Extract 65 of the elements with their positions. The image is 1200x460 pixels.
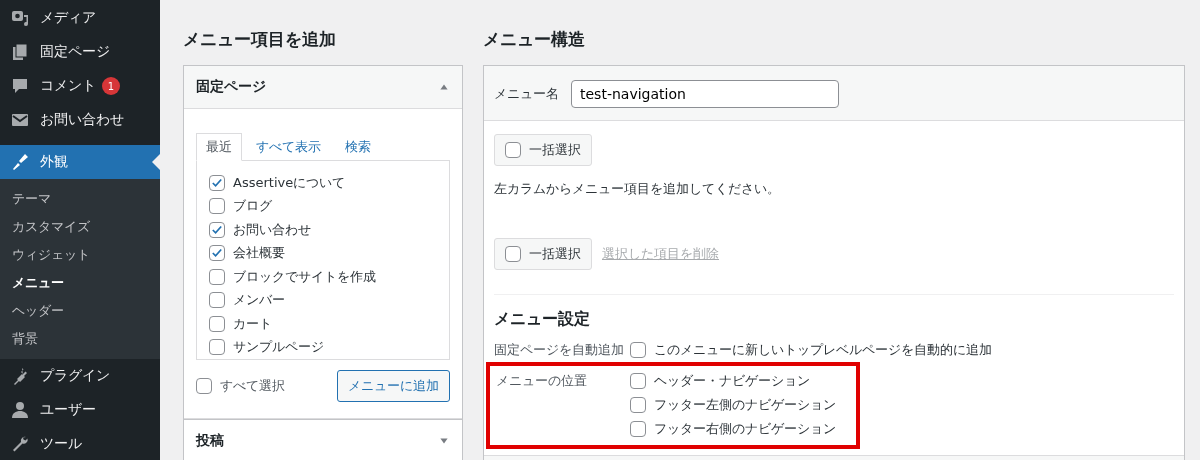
checkbox[interactable]	[209, 315, 225, 332]
checkbox[interactable]	[630, 421, 646, 437]
count-badge: 1	[102, 77, 120, 95]
sidebar-item[interactable]: ユーザー	[0, 393, 160, 427]
tab[interactable]: 検索	[335, 133, 381, 161]
add-to-menu-button[interactable]: メニューに追加	[337, 370, 450, 402]
checkbox[interactable]	[630, 373, 646, 389]
section-heading: メニュー構造	[483, 28, 586, 51]
checkbox-label: フッター左側のナビゲーション	[654, 396, 836, 414]
checkbox[interactable]	[196, 378, 212, 394]
menu-name-field[interactable]: test-navigation	[571, 80, 839, 108]
user-icon	[10, 400, 30, 420]
submenu-item[interactable]: ヘッダー	[0, 297, 160, 325]
checkbox[interactable]	[630, 342, 646, 358]
checkbox-label: メンバー	[233, 291, 285, 310]
checkbox[interactable]	[209, 198, 225, 215]
bulk-select-button[interactable]: 一括選択	[494, 238, 592, 270]
checkbox-label: このメニューに新しいトップレベルページを自動的に追加	[654, 341, 992, 359]
checkbox[interactable]	[505, 142, 521, 158]
checkbox[interactable]	[505, 246, 521, 262]
checkbox-label: ヘッダー・ナビゲーション	[654, 372, 810, 390]
brush-icon	[10, 152, 30, 172]
checkbox[interactable]	[209, 268, 225, 285]
checkbox[interactable]	[209, 292, 225, 309]
tab[interactable]: すべて表示	[246, 133, 331, 161]
section-heading: メニュー項目を追加	[183, 28, 337, 51]
instruction-text: 左カラムからメニュー項目を追加してください。	[494, 180, 781, 198]
checkbox[interactable]	[209, 221, 225, 238]
submenu-item[interactable]: 背景	[0, 325, 160, 353]
pages-icon	[10, 42, 30, 62]
checkbox-label: Assertiveについて	[233, 173, 346, 192]
checkbox-label: お問い合わせ	[233, 220, 311, 239]
checkbox-label: ブログ	[233, 197, 272, 216]
submenu-item[interactable]: テーマ	[0, 185, 160, 213]
checkbox-label: サンプルページ	[233, 338, 324, 357]
checkbox-label: カート	[233, 314, 272, 333]
checkbox-label: すべて選択	[220, 377, 285, 395]
checkbox-label: フッター右側のナビゲーション	[654, 420, 836, 438]
setting-label: 固定ページを自動追加	[494, 341, 624, 359]
checkbox-label: 会社概要	[233, 244, 285, 263]
settings-heading: メニュー設定	[494, 309, 591, 330]
checkbox[interactable]	[209, 174, 225, 191]
tab[interactable]: 最近	[196, 133, 242, 161]
field-label: メニュー名	[494, 85, 559, 103]
sidebar-item[interactable]: メディア	[0, 1, 160, 35]
checkbox[interactable]	[630, 397, 646, 413]
setting-label: メニューの位置	[496, 372, 588, 390]
sidebar-item[interactable]: ツール	[0, 427, 160, 460]
sidebar-item[interactable]: お問い合わせ	[0, 103, 160, 137]
comment-icon	[10, 76, 30, 96]
checkbox[interactable]	[209, 245, 225, 262]
pointer-notch	[152, 154, 160, 170]
bulk-select-button[interactable]: 一括選択	[494, 134, 592, 166]
sidebar-item[interactable]: プラグイン	[0, 359, 160, 393]
submenu-item[interactable]: メニュー	[0, 269, 160, 297]
submenu-item[interactable]: ウィジェット	[0, 241, 160, 269]
checkbox-label: ブロックでサイトを作成	[233, 267, 376, 286]
sidebar-item[interactable]: 固定ページ	[0, 35, 160, 69]
media-icon	[10, 8, 30, 28]
accordion-header[interactable]: 固定ページ	[184, 66, 462, 109]
checkbox[interactable]	[209, 339, 225, 356]
accordion-header[interactable]: 投稿	[184, 420, 462, 460]
submenu-item[interactable]: カスタマイズ	[0, 213, 160, 241]
sidebar-item[interactable]: コメント 1	[0, 69, 160, 103]
sidebar-item[interactable]: 外観	[0, 145, 160, 179]
